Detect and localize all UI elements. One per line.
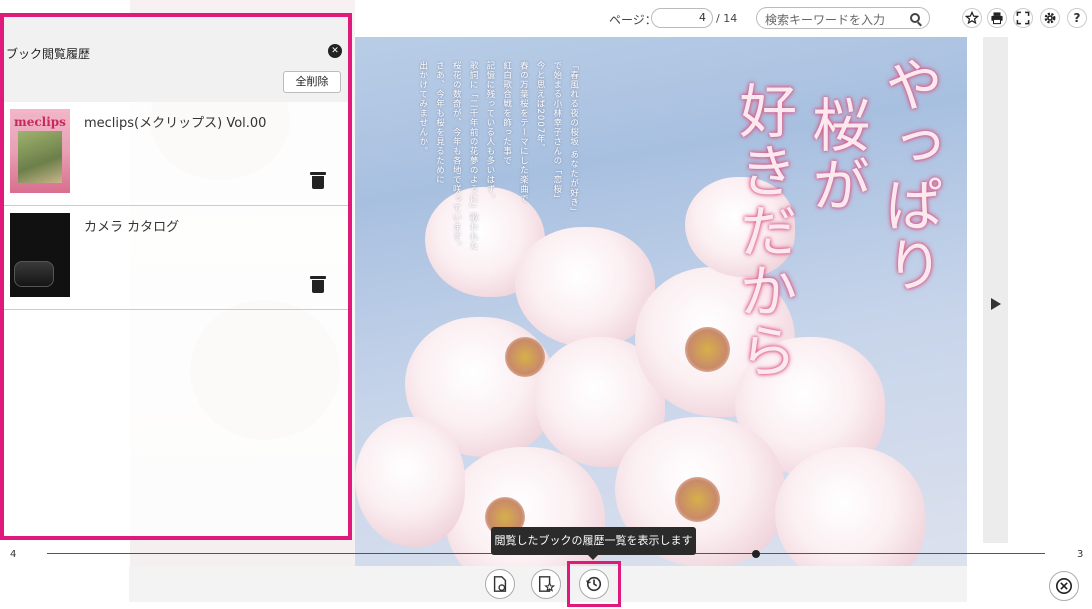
search-placeholder: 検索キーワードを入力: [765, 13, 886, 27]
next-page-arrow-icon[interactable]: [991, 298, 1001, 310]
body-line: さあ、今年も桜を見るために: [434, 61, 445, 185]
search-icon[interactable]: [910, 13, 920, 23]
history-item[interactable]: meclips meclips(メクリップス) Vol.00: [4, 102, 348, 206]
history-panel: ブック閲覧履歴 ✕ 全削除 meclips meclips(メクリップス) Vo…: [0, 13, 352, 540]
trash-icon[interactable]: [310, 276, 326, 293]
gear-icon[interactable]: [1040, 8, 1060, 28]
page-bookmark-icon[interactable]: [485, 569, 515, 599]
help-icon[interactable]: ?: [1067, 8, 1087, 28]
body-line: 歌詞に「二千年前の花夢のように」歌われた: [468, 61, 479, 251]
print-icon[interactable]: [987, 8, 1007, 28]
history-item-title[interactable]: カメラ カタログ: [84, 216, 179, 235]
history-item[interactable]: カメラ カタログ: [4, 206, 348, 310]
history-panel-title: ブック閲覧履歴: [6, 47, 91, 61]
book-thumbnail[interactable]: meclips: [10, 109, 70, 193]
history-panel-header: ブック閲覧履歴 ✕ 全削除: [4, 17, 348, 102]
body-line: 紅白歌合戦を飾った事で: [501, 61, 512, 166]
body-line: 今と思えば2007年。: [535, 61, 546, 154]
close-icon[interactable]: ✕: [328, 44, 342, 58]
body-line: 春の万葉桜をテーマにした楽曲で: [518, 61, 529, 204]
page-number-input[interactable]: 4: [651, 8, 713, 28]
page-label: ページ：: [609, 13, 657, 27]
body-line: 桜花の数奇が、今年も各地で咲っています。: [451, 61, 462, 251]
page-slider-handle[interactable]: [751, 550, 760, 558]
body-line: で始まる小林幸子さんの「恋桜」: [551, 61, 562, 204]
next-page-strip[interactable]: [983, 37, 1008, 543]
history-button-highlight: [567, 561, 621, 607]
book-thumbnail[interactable]: [10, 213, 70, 297]
trash-icon[interactable]: [310, 172, 326, 189]
body-line: 記憶に残っている人も多いはず。: [484, 61, 495, 204]
headline-col: やっぱり: [875, 55, 943, 295]
page-total: / 14: [716, 12, 738, 25]
page-spread: やっぱり 桜が 好きだから 「春風れる夜の桜坂 あなたが好き」 で始まる小林幸子…: [355, 37, 967, 600]
body-line: 「春風れる夜の桜坂 あなたが好き」: [568, 61, 579, 217]
bookmark-list-icon[interactable]: [531, 569, 561, 599]
slider-right-number: 3: [1077, 549, 1084, 560]
close-viewer-icon[interactable]: [1049, 571, 1079, 601]
help-glyph: ?: [1073, 11, 1081, 25]
headline-col: 桜が: [802, 95, 871, 215]
page-headline: やっぱり 桜が 好きだから: [729, 55, 943, 381]
history-tooltip: 閲覧したブックの履歴一覧を表示します: [491, 527, 696, 560]
star-icon[interactable]: [962, 8, 982, 28]
clear-all-button[interactable]: 全削除: [283, 71, 341, 93]
viewer-root: やっぱり 桜が 好きだから 「春風れる夜の桜坂 あなたが好き」 で始まる小林幸子…: [0, 0, 1092, 609]
history-item-title[interactable]: meclips(メクリップス) Vol.00: [84, 112, 266, 131]
thumbnail-logo: meclips: [14, 115, 66, 129]
fullscreen-icon[interactable]: [1013, 8, 1033, 28]
search-input[interactable]: 検索キーワードを入力: [756, 7, 930, 29]
body-line: 出かけてみませんか。: [417, 61, 428, 156]
slider-left-number: 4: [10, 549, 17, 560]
headline-col: 好きだから: [729, 81, 798, 381]
page-body-text: 「春風れる夜の桜坂 あなたが好き」 で始まる小林幸子さんの「恋桜」 今と思えば2…: [417, 61, 579, 251]
